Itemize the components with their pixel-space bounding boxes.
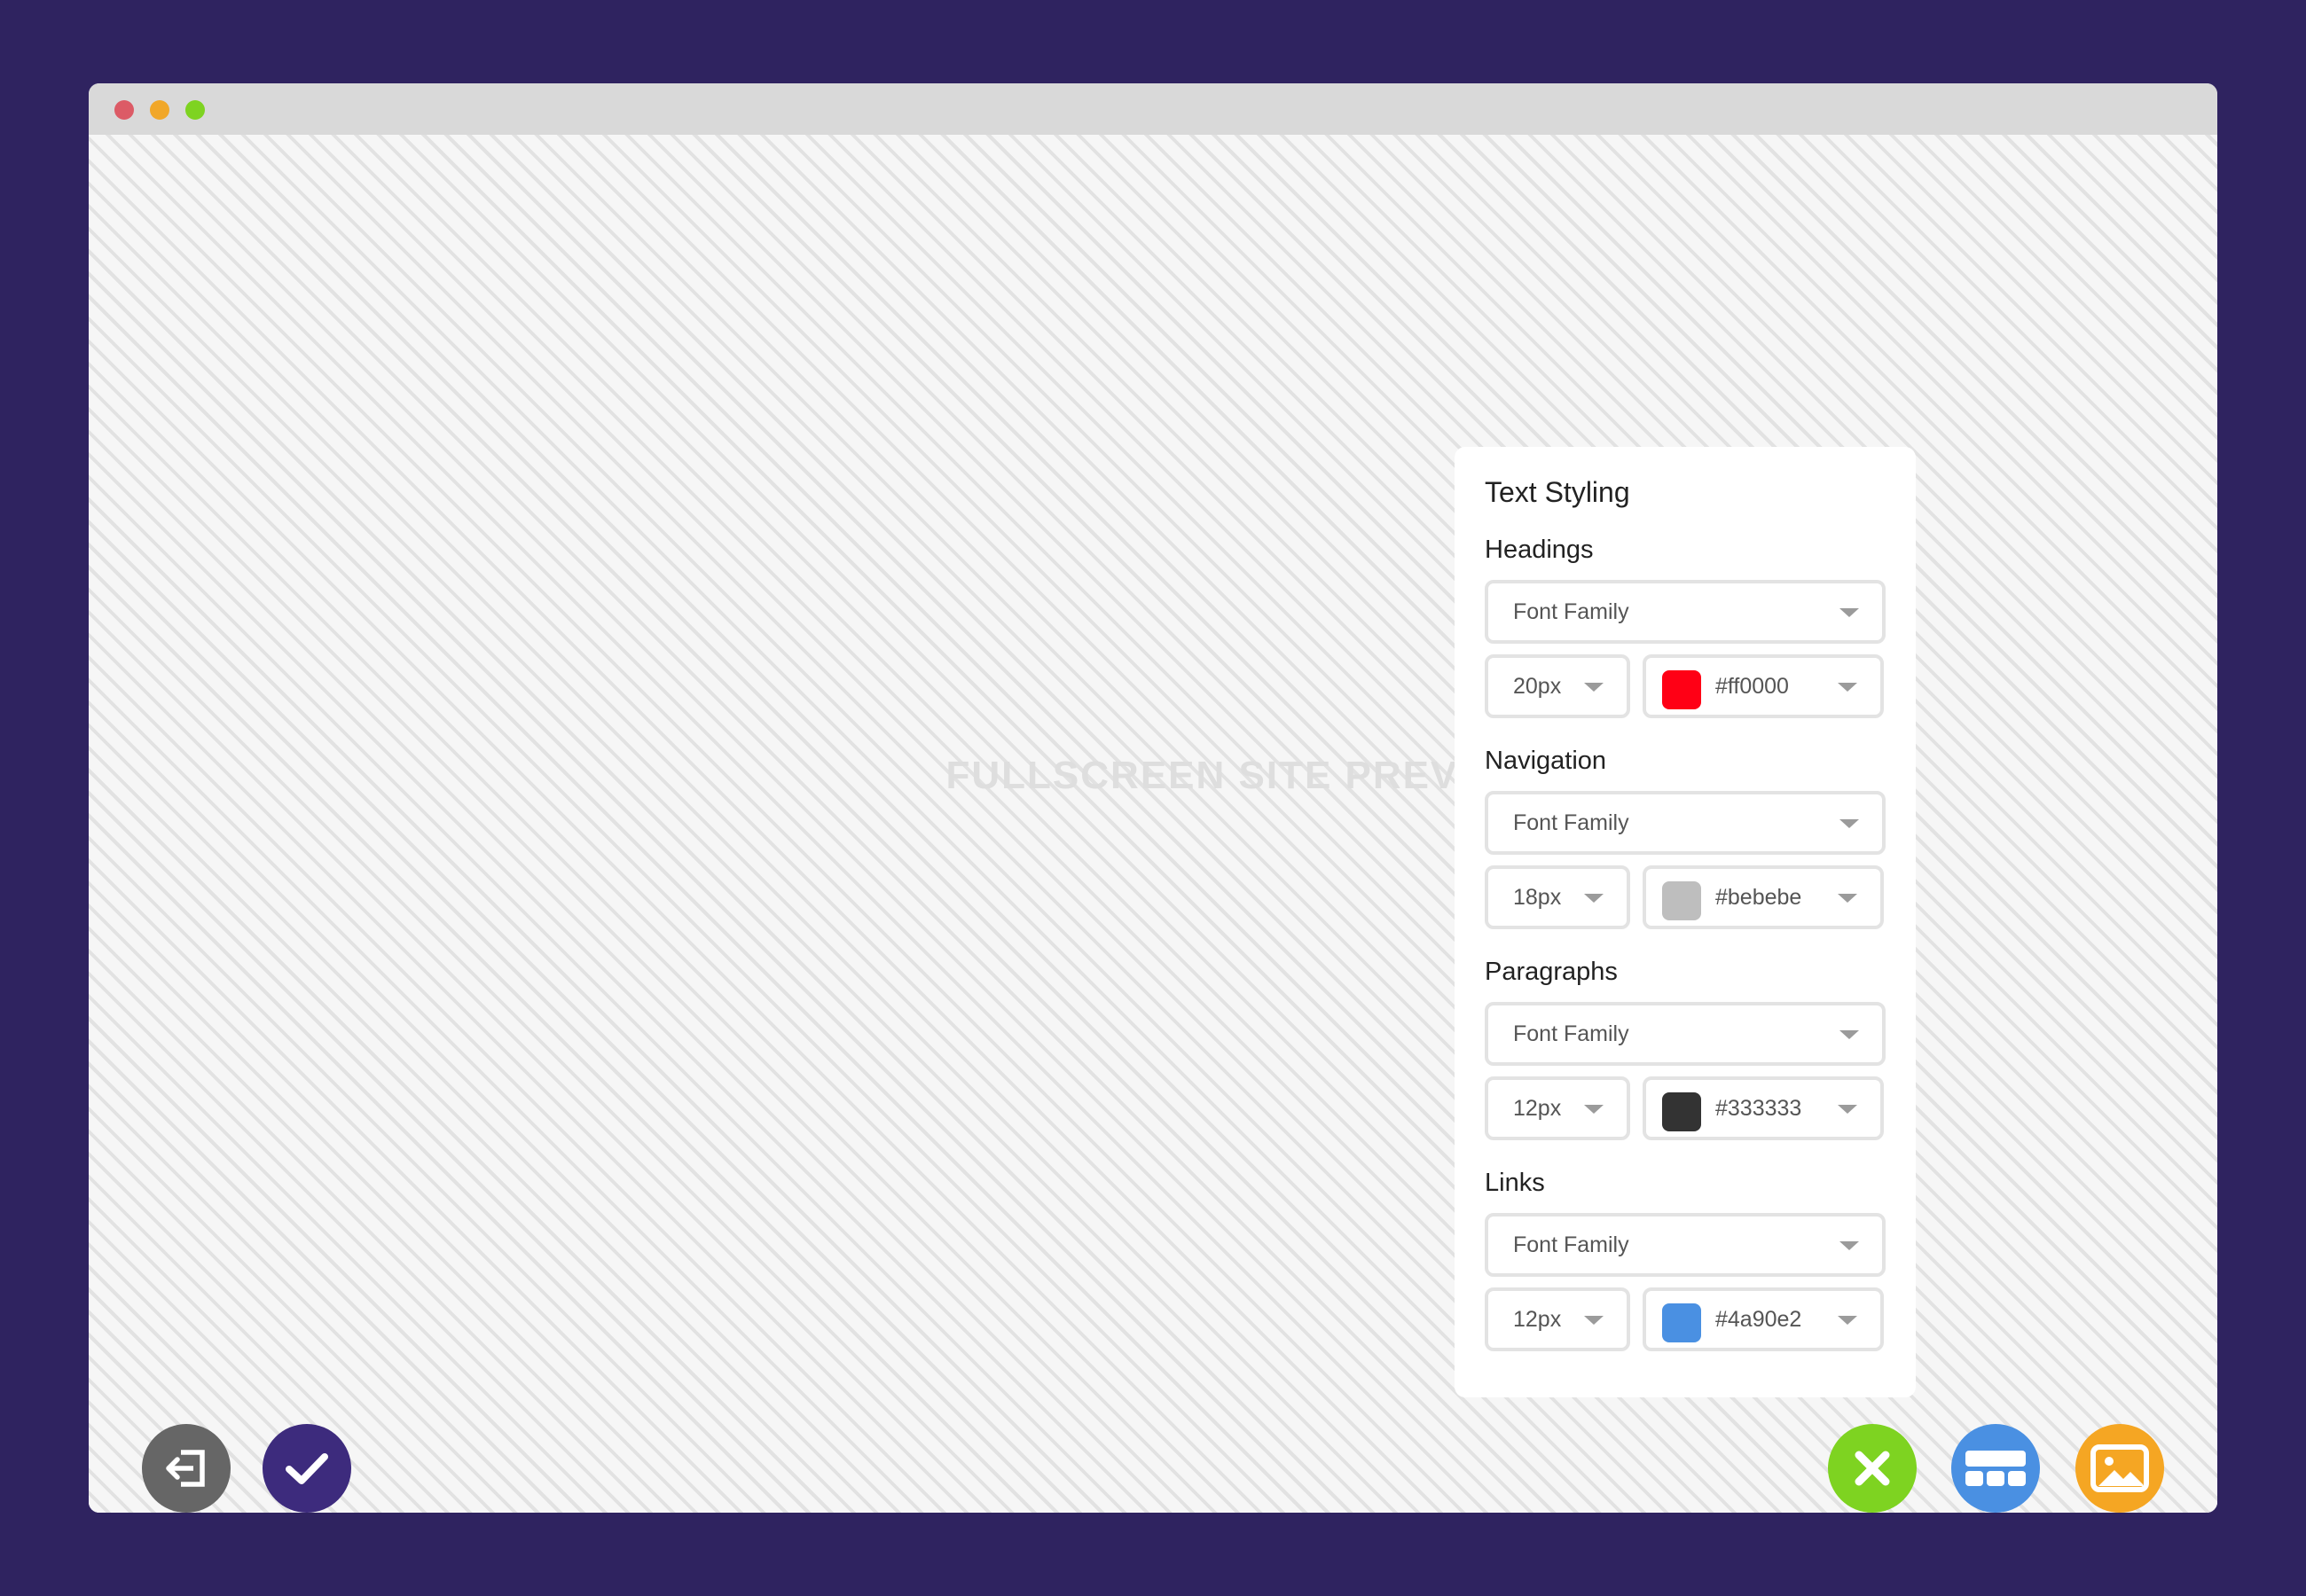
navigation-font-family-select[interactable]: Font Family: [1485, 791, 1886, 855]
paragraphs-font-family-select[interactable]: Font Family: [1485, 1002, 1886, 1066]
color-value: #333333: [1715, 1096, 1802, 1121]
text-styling-panel: Text Styling Headings Font Family 20px #…: [1455, 447, 1916, 1397]
close-button[interactable]: [1828, 1424, 1917, 1513]
color-swatch: [1662, 881, 1701, 920]
chevron-down-icon: [1839, 1241, 1859, 1250]
chevron-down-icon: [1838, 894, 1857, 903]
color-swatch: [1662, 1303, 1701, 1342]
navigation-color-select[interactable]: #bebebe: [1643, 865, 1884, 929]
close-icon: [1855, 1451, 1890, 1486]
chevron-down-icon: [1584, 894, 1604, 903]
select-value: 18px: [1513, 885, 1562, 910]
color-value: #4a90e2: [1715, 1307, 1802, 1332]
image-button[interactable]: [2075, 1424, 2164, 1513]
color-swatch: [1662, 670, 1701, 709]
select-value: 12px: [1513, 1096, 1562, 1121]
select-value: 20px: [1513, 674, 1562, 699]
select-value: Font Family: [1513, 1232, 1629, 1257]
chevron-down-icon: [1839, 819, 1859, 828]
minimize-window-dot[interactable]: [150, 100, 169, 120]
chevron-down-icon: [1839, 1030, 1859, 1039]
section-label: Headings: [1485, 536, 1594, 564]
chevron-down-icon: [1838, 683, 1857, 692]
links-font-family-select[interactable]: Font Family: [1485, 1213, 1886, 1277]
layout-icon: [1965, 1451, 2026, 1486]
title-bar: [89, 83, 2217, 135]
headings-font-family-select[interactable]: Font Family: [1485, 580, 1886, 644]
confirm-button[interactable]: [263, 1424, 351, 1513]
maximize-window-dot[interactable]: [185, 100, 205, 120]
chevron-down-icon: [1584, 683, 1604, 692]
chevron-down-icon: [1584, 1105, 1604, 1114]
exit-button[interactable]: [142, 1424, 231, 1513]
select-value: Font Family: [1513, 1021, 1629, 1046]
panel-title: Text Styling: [1485, 476, 1630, 508]
color-value: #ff0000: [1715, 674, 1789, 699]
browser-window: FULLSCREEN SITE PREVIEW Text Styling Hea…: [89, 83, 2217, 1513]
select-value: 12px: [1513, 1307, 1562, 1332]
select-value: Font Family: [1513, 810, 1629, 835]
site-preview-canvas: FULLSCREEN SITE PREVIEW Text Styling Hea…: [89, 135, 2217, 1513]
chevron-down-icon: [1838, 1105, 1857, 1114]
links-color-select[interactable]: #4a90e2: [1643, 1287, 1884, 1351]
image-icon: [2090, 1444, 2149, 1492]
section-label: Links: [1485, 1169, 1545, 1197]
color-value: #bebebe: [1715, 885, 1802, 910]
paragraphs-size-select[interactable]: 12px: [1485, 1076, 1630, 1140]
section-label: Paragraphs: [1485, 958, 1618, 986]
chevron-down-icon: [1584, 1316, 1604, 1325]
headings-size-select[interactable]: 20px: [1485, 654, 1630, 718]
chevron-down-icon: [1838, 1316, 1857, 1325]
checkmark-icon: [286, 1453, 328, 1484]
close-window-dot[interactable]: [114, 100, 134, 120]
exit-icon: [166, 1450, 205, 1487]
paragraphs-color-select[interactable]: #333333: [1643, 1076, 1884, 1140]
select-value: Font Family: [1513, 599, 1629, 624]
color-swatch: [1662, 1092, 1701, 1131]
headings-color-select[interactable]: #ff0000: [1643, 654, 1884, 718]
section-label: Navigation: [1485, 747, 1607, 775]
layout-button[interactable]: [1951, 1424, 2040, 1513]
navigation-size-select[interactable]: 18px: [1485, 865, 1630, 929]
links-size-select[interactable]: 12px: [1485, 1287, 1630, 1351]
chevron-down-icon: [1839, 608, 1859, 617]
